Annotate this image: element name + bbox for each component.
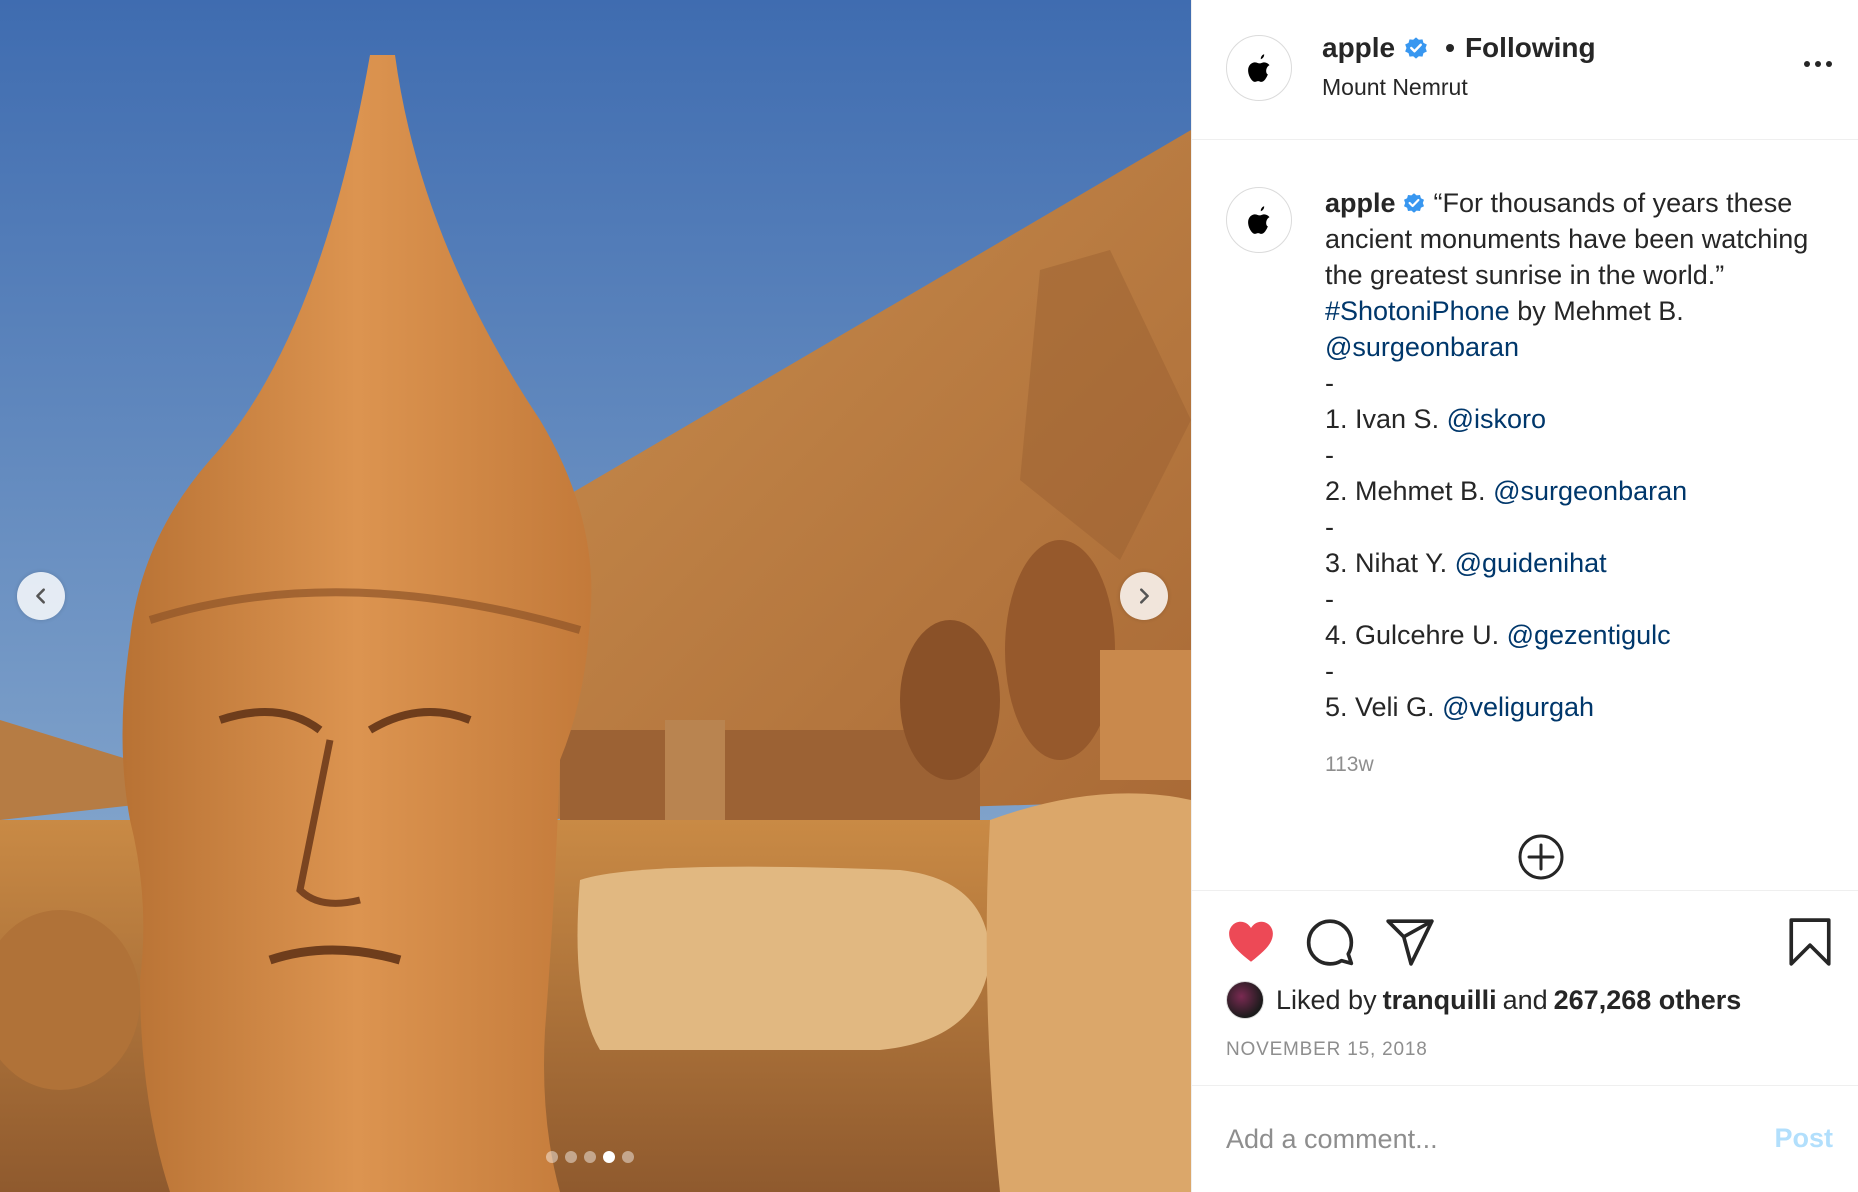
plus-circle-icon[interactable] [1517,833,1565,881]
caption-dash: - [1325,512,1334,542]
mention-link[interactable]: @gezentigulc [1507,620,1671,650]
post-caption: apple “For thousands of years these anci… [1325,185,1835,725]
credit-line: 1. Ivan S. @iskoro [1325,401,1835,437]
comment-icon[interactable] [1305,917,1355,967]
credit-line: 4. Gulcehre U. @gezentigulc [1325,617,1835,653]
credit-name: 2. Mehmet B. [1325,476,1486,506]
credit-name: 1. Ivan S. [1325,404,1440,434]
liker-username[interactable]: tranquilli [1383,985,1497,1016]
heart-icon[interactable] [1226,917,1276,967]
likes-count-button[interactable]: 267,268 others [1554,985,1742,1016]
likes-connector: and [1502,984,1548,1015]
carousel-dot [622,1151,634,1163]
carousel-dot [565,1151,577,1163]
mention-link[interactable]: @surgeonbaran [1493,476,1687,506]
chevron-left-icon [36,588,45,604]
mention-link[interactable]: @veligurgah [1442,692,1594,722]
caption-byline: by Mehmet B. [1517,296,1684,326]
bookmark-icon[interactable] [1785,917,1835,967]
caption-age[interactable]: 113w [1325,753,1374,777]
caption-body: apple “For thousands of years these anci… [1325,185,1835,365]
caption-dash: - [1325,656,1334,686]
credit-line: 3. Nihat Y. @guidenihat [1325,545,1835,581]
caption-dash: - [1325,368,1334,398]
credit-line: 5. Veli G. @veligurgah [1325,689,1835,725]
header-user-line: apple • Following [1322,32,1596,64]
more-options-icon[interactable] [1803,58,1833,70]
mention-link[interactable]: @guidenihat [1455,548,1607,578]
comment-input[interactable] [1226,1116,1726,1162]
verified-badge-icon [1405,37,1427,59]
next-photo-button[interactable] [1120,572,1168,620]
caption-author-avatar[interactable] [1226,187,1292,253]
post-photo[interactable] [0,0,1191,1192]
carousel-dot [546,1151,558,1163]
credit-name: 5. Veli G. [1325,692,1435,722]
caption-dash: - [1325,440,1334,470]
apple-logo-icon [1248,54,1270,82]
author-avatar[interactable] [1226,35,1292,101]
comments-section: apple “For thousands of years these anci… [1192,141,1858,891]
credit-line: 2. Mehmet B. @surgeonbaran [1325,473,1835,509]
verified-badge-icon [1403,193,1424,213]
apple-logo-icon [1248,206,1270,234]
credit-name: 4. Gulcehre U. [1325,620,1500,650]
header-separator: • [1445,32,1455,63]
post-location[interactable]: Mount Nemrut [1322,74,1468,101]
likes-summary: Liked by tranquilli and 267,268 others [1226,981,1747,1019]
mention-link[interactable]: @iskoro [1447,404,1546,434]
mount-nemrut-photo [0,0,1191,1192]
mention-link[interactable]: @surgeonbaran [1325,332,1519,362]
post-actions: Liked by tranquilli and 267,268 others N… [1192,890,1858,1085]
share-icon[interactable] [1385,917,1435,967]
add-comment-bar: Post [1192,1085,1858,1192]
carousel-dot [584,1151,596,1163]
author-username[interactable]: apple [1322,32,1395,64]
post-header: apple • Following Mount Nemrut [1192,0,1858,140]
caption-dash: - [1325,584,1334,614]
credit-name: 3. Nihat Y. [1325,548,1448,578]
following-button[interactable]: Following [1465,32,1596,64]
likes-prefix: Liked by [1276,984,1377,1015]
post-side-panel: apple • Following Mount Nemrut apple “Fo… [1191,0,1858,1192]
liker-avatar[interactable] [1226,981,1264,1019]
post-comment-button[interactable]: Post [1774,1123,1833,1154]
chevron-right-icon [1140,588,1149,604]
hashtag-link[interactable]: #ShotoniPhone [1325,296,1510,326]
caption-quote: “For thousands of years these ancient mo… [1325,188,1809,290]
post-date[interactable]: NOVEMBER 15, 2018 [1226,1039,1428,1061]
carousel-indicator [546,1151,634,1163]
caption-username[interactable]: apple [1325,188,1396,218]
carousel-dot-active [603,1151,615,1163]
previous-photo-button[interactable] [17,572,65,620]
